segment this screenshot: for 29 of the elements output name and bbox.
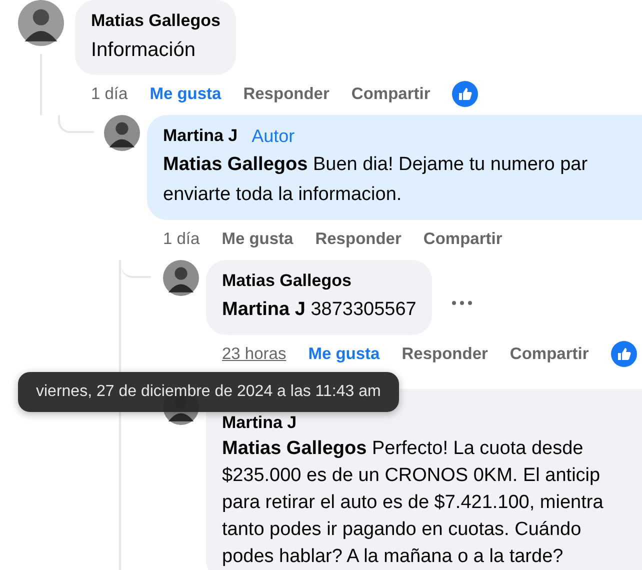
share-link[interactable]: Compartir <box>351 84 430 104</box>
reply-link[interactable]: Responder <box>243 84 330 104</box>
comment-text: Martina J 3873305567 <box>222 298 416 322</box>
like-link[interactable]: Me gusta <box>150 84 222 104</box>
author-name[interactable]: Matias Gallegos <box>91 9 220 33</box>
reply-link[interactable]: Responder <box>315 230 402 248</box>
avatar[interactable] <box>163 260 199 296</box>
comment-text: Información <box>91 38 196 63</box>
timestamp-link[interactable]: 1 día <box>163 230 200 248</box>
thumbs-up-icon[interactable] <box>452 81 478 107</box>
share-link[interactable]: Compartir <box>423 230 502 248</box>
like-link[interactable]: Me gusta <box>222 230 294 248</box>
share-link[interactable]: Compartir <box>510 344 589 364</box>
comment-text: Matias Gallegos Perfecto! La cuota desde $235.000 es de un CRONOS 0KM. El anticip para retirar el auto es de $7.421.100, mientra tanto podes ir pagando en cuotas. Cuándo podes hablar? A la mañana o a la tarde? <box>222 437 604 569</box>
timestamp-tooltip: viernes, 27 de diciembre de 2024 a las 11:43 am <box>18 372 399 412</box>
avatar[interactable] <box>104 115 140 151</box>
thumbs-up-icon[interactable] <box>610 341 637 367</box>
like-link[interactable]: Me gusta <box>308 344 380 364</box>
timestamp-link[interactable]: 23 horas <box>222 344 286 364</box>
author-name[interactable]: Martina J <box>222 413 297 433</box>
avatar[interactable] <box>18 0 64 46</box>
timestamp-link[interactable]: 1 día <box>91 84 128 104</box>
thread-connector <box>58 115 94 133</box>
comment-text: Matias Gallegos Buen dia! Dejame tu numero par enviarte toda la informacion. <box>163 153 589 207</box>
reply-link[interactable]: Responder <box>402 344 488 364</box>
author-label: Autor <box>252 125 295 148</box>
author-name[interactable]: Martina J <box>163 124 238 148</box>
more-icon[interactable] <box>452 300 472 304</box>
author-name[interactable]: Matias Gallegos <box>222 269 352 293</box>
